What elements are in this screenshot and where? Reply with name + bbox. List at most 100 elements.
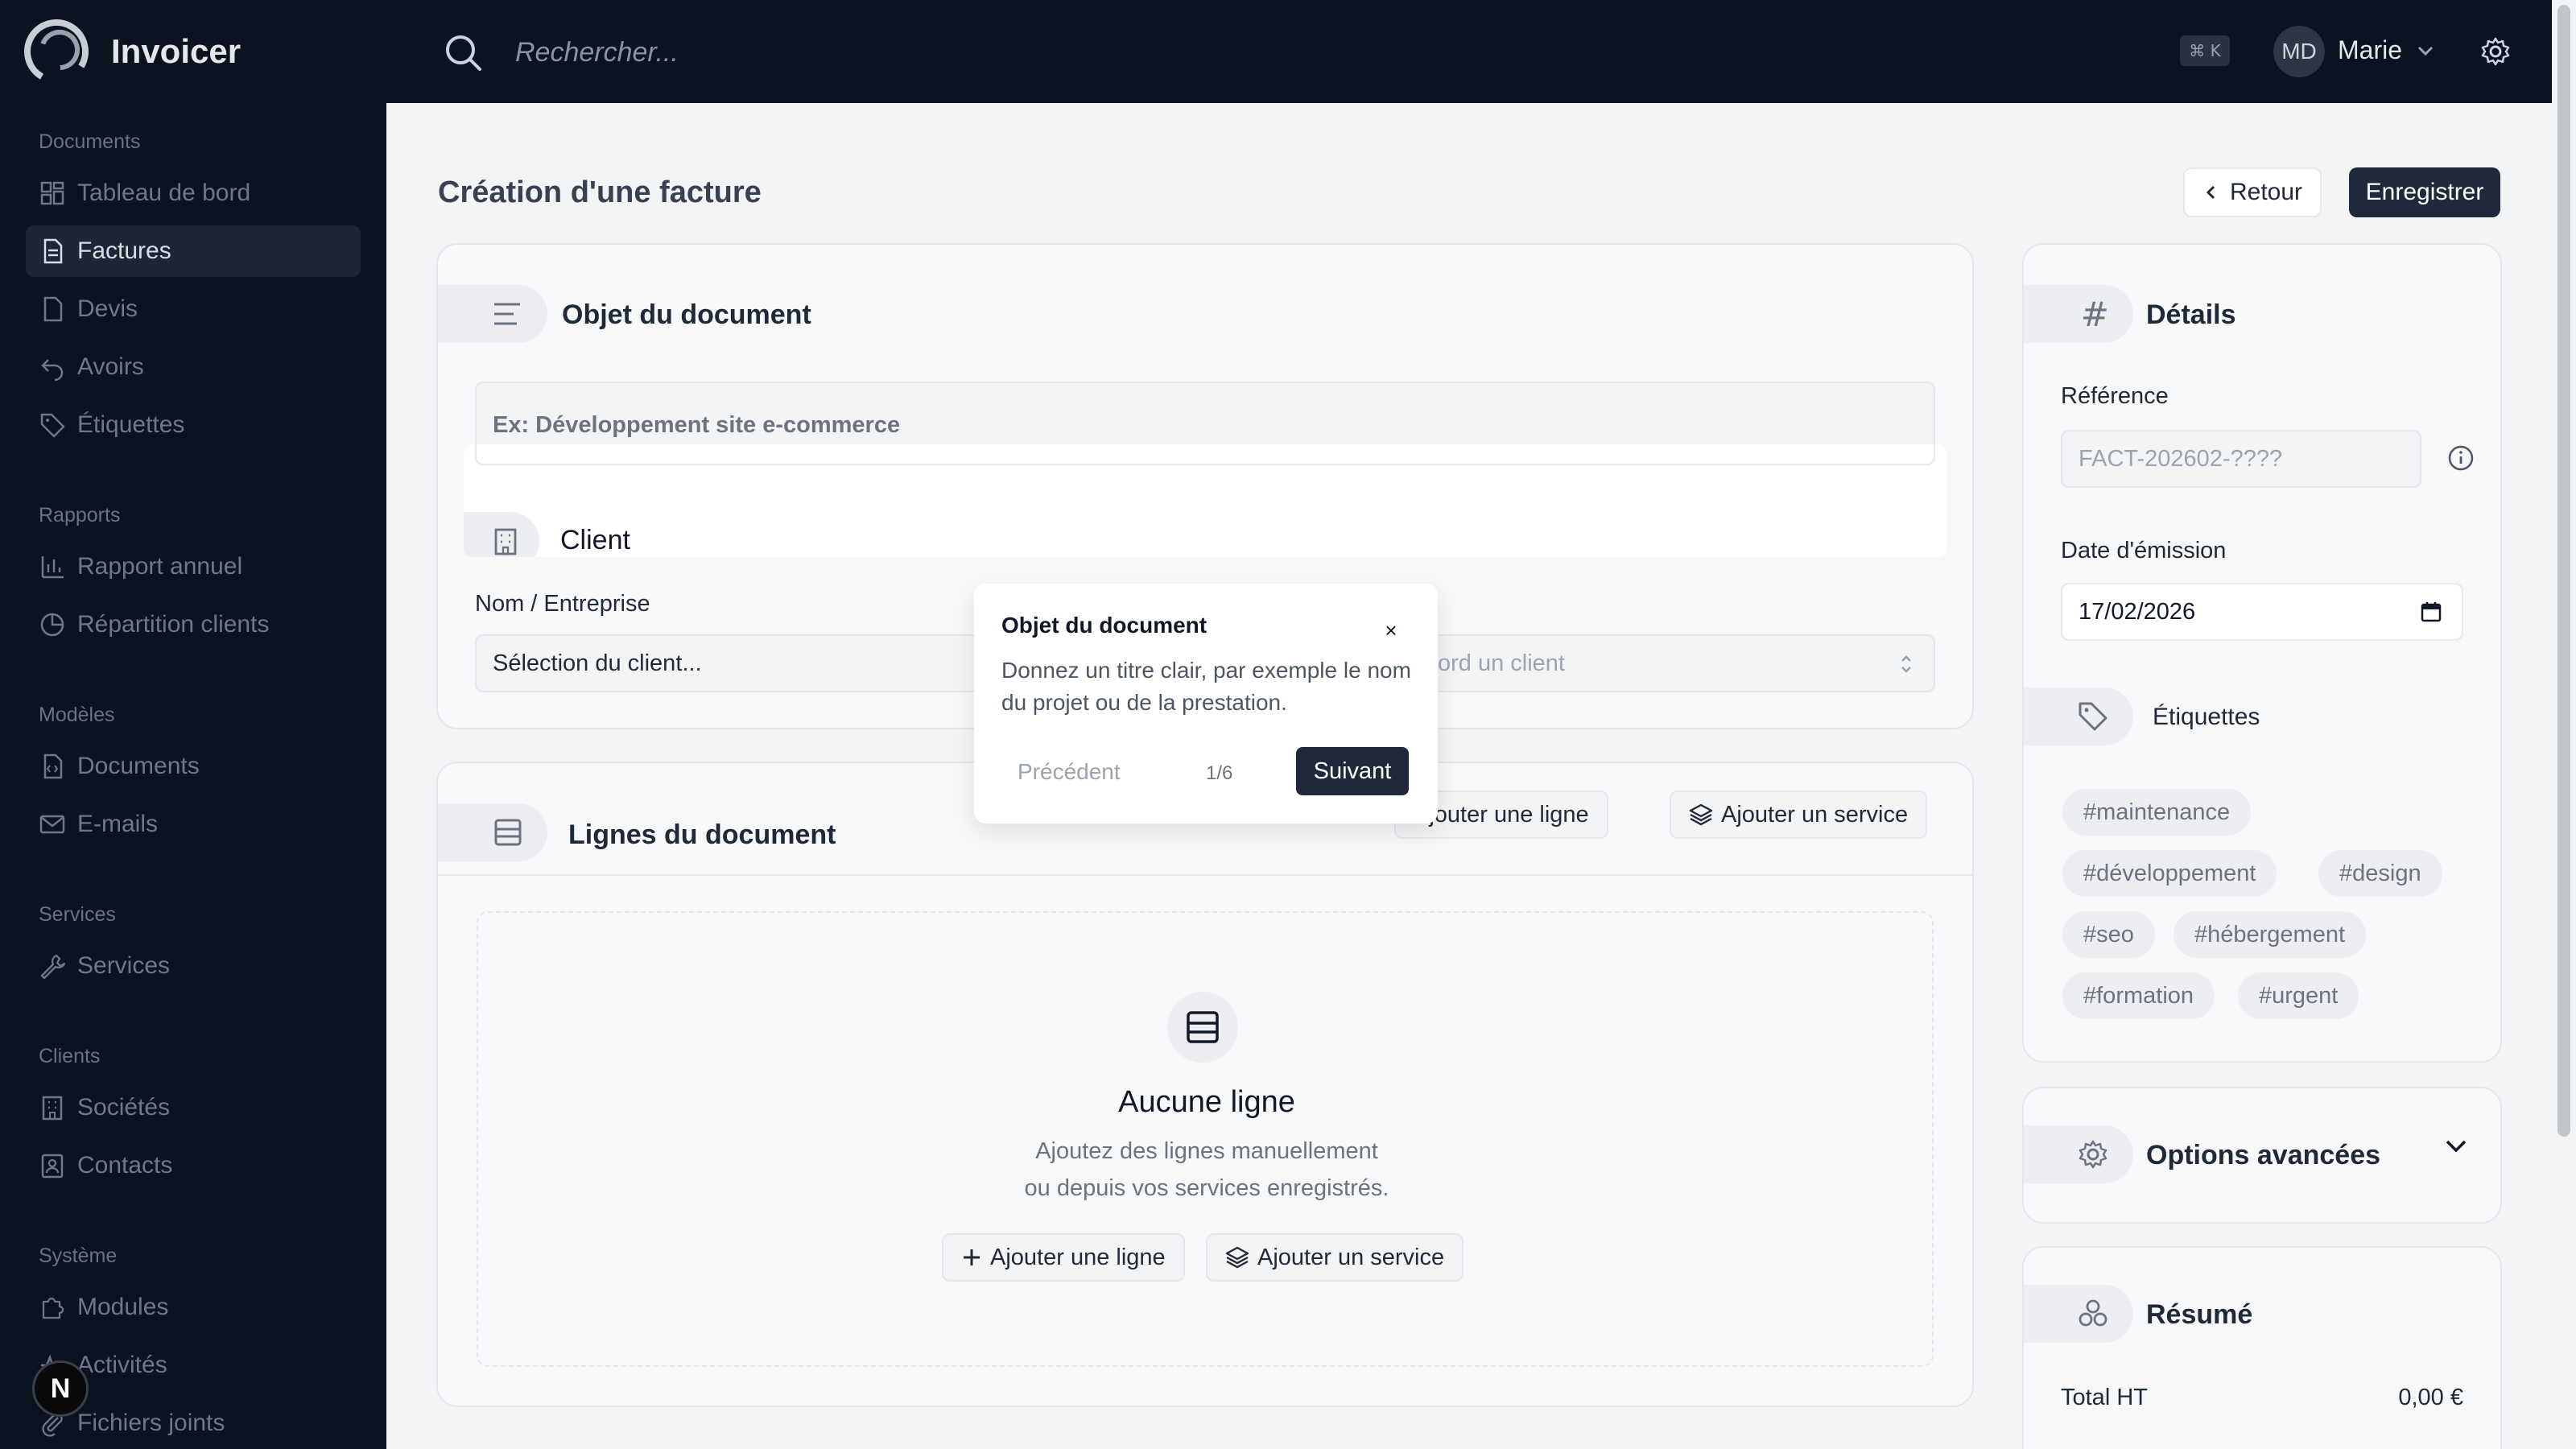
tags-title: Étiquettes bbox=[2153, 704, 2260, 730]
summary-title: Résumé bbox=[2146, 1299, 2253, 1330]
next-devtools-button[interactable]: N bbox=[32, 1360, 89, 1417]
sidebar-item-avoirs[interactable]: Avoirs bbox=[26, 341, 361, 393]
card-icon-wrap bbox=[464, 512, 539, 557]
page-title: Création d'une facture bbox=[438, 175, 762, 209]
info-icon[interactable] bbox=[2447, 444, 2475, 472]
reference-input[interactable]: FACT-202602-???? bbox=[2061, 430, 2421, 488]
sidebar-item-label: Factures bbox=[77, 237, 171, 264]
tour-step-counter: 1/6 bbox=[1206, 762, 1233, 784]
tag-chip[interactable]: #seo bbox=[2062, 911, 2155, 958]
client-search-select[interactable]: ord un client bbox=[1404, 634, 1935, 692]
lines-card: Lignes du document Ajouter une ligne Ajo… bbox=[436, 762, 1974, 1407]
file-code-icon bbox=[43, 753, 63, 779]
tour-next-button[interactable]: Suivant bbox=[1296, 747, 1409, 795]
tour-spotlight: Client bbox=[464, 444, 1946, 557]
sidebar-item-label: Fichiers joints bbox=[77, 1410, 225, 1436]
tag-chip[interactable]: #design bbox=[2318, 850, 2442, 897]
details-card-title: Détails bbox=[2146, 299, 2236, 330]
sidebar-item-label: Avoirs bbox=[77, 353, 144, 380]
sidebar-section-title: Rapports bbox=[39, 504, 121, 526]
sidebar-item-tableau-de-bord[interactable]: Tableau de bord bbox=[26, 167, 361, 219]
calendar-icon[interactable] bbox=[2420, 601, 2442, 623]
sidebar-section-title: Documents bbox=[39, 130, 141, 153]
gear-icon[interactable] bbox=[2479, 35, 2512, 68]
pie-chart-icon bbox=[40, 613, 64, 637]
tag-chip[interactable]: #maintenance bbox=[2062, 789, 2252, 836]
sidebar-item-e-mails[interactable]: E-mails bbox=[26, 799, 361, 850]
sidebar-item-label: Répartition clients bbox=[77, 611, 270, 638]
back-button[interactable]: Retour bbox=[2183, 167, 2322, 217]
tag-chip[interactable]: #développement bbox=[2062, 850, 2277, 897]
tag-icon bbox=[2079, 702, 2107, 731]
sidebar-item-rapport-annuel[interactable]: Rapport annuel bbox=[26, 541, 361, 592]
list-icon bbox=[1187, 1011, 1219, 1043]
advanced-options-card[interactable]: Options avancées bbox=[2022, 1087, 2502, 1224]
bar-chart-icon bbox=[41, 556, 64, 579]
mail-icon bbox=[39, 815, 65, 834]
file-icon bbox=[43, 296, 63, 322]
sidebar-item-modules[interactable]: Modules bbox=[26, 1282, 361, 1333]
sidebar-item-label: Activités bbox=[77, 1352, 167, 1378]
client-select[interactable]: Sélection du client... bbox=[475, 634, 1006, 692]
tag-chip[interactable]: #urgent bbox=[2238, 972, 2359, 1019]
divider bbox=[438, 874, 1972, 876]
details-card: # Détails Référence FACT-202602-???? Dat… bbox=[2022, 243, 2502, 1063]
sidebar-item-label: Services bbox=[77, 952, 171, 979]
add-line-button[interactable]: Ajouter une ligne bbox=[942, 1233, 1185, 1282]
plus-icon bbox=[964, 1249, 980, 1265]
add-line-label: Ajouter une ligne bbox=[1414, 801, 1589, 828]
scrollbar-thumb[interactable] bbox=[2557, 5, 2570, 1137]
tour-prev-button[interactable]: Précédent bbox=[1018, 759, 1121, 785]
user-name[interactable]: Marie bbox=[2338, 35, 2402, 65]
app-logo-icon[interactable] bbox=[24, 19, 89, 84]
save-button[interactable]: Enregistrer bbox=[2349, 167, 2500, 217]
client-search-placeholder: ord un client bbox=[1438, 650, 1565, 676]
add-service-button[interactable]: Ajouter un service bbox=[1206, 1233, 1464, 1282]
close-icon[interactable]: × bbox=[1377, 616, 1406, 645]
date-value: 17/02/2026 bbox=[2079, 598, 2196, 625]
empty-text-2: ou depuis vos services enregistrés. bbox=[1024, 1175, 1389, 1201]
advanced-options-title: Options avancées bbox=[2146, 1140, 2381, 1170]
chevron-left-icon bbox=[2206, 185, 2215, 200]
total-ht-label: Total HT bbox=[2061, 1385, 2148, 1410]
sidebar-item-documents[interactable]: Documents bbox=[26, 741, 361, 792]
sidebar-section-title: Clients bbox=[39, 1045, 101, 1067]
avatar[interactable]: MD bbox=[2273, 26, 2325, 77]
card-icon-wrap bbox=[438, 285, 547, 343]
align-left-icon bbox=[494, 303, 520, 325]
search-icon bbox=[446, 35, 481, 71]
tag-chip[interactable]: #hébergement bbox=[2174, 911, 2367, 958]
object-input-edge bbox=[475, 444, 1935, 465]
tag-chip[interactable]: #formation bbox=[2062, 972, 2215, 1019]
add-service-button-top[interactable]: Ajouter un service bbox=[1670, 791, 1928, 839]
client-card-title-highlight: Client bbox=[560, 525, 630, 555]
date-input[interactable]: 17/02/2026 bbox=[2061, 583, 2463, 641]
summary-card: Résumé Total HT 0,00 € bbox=[2022, 1246, 2502, 1449]
client-name-label: Nom / Entreprise bbox=[475, 591, 650, 617]
sidebar-item-societes[interactable]: Sociétés bbox=[26, 1082, 361, 1133]
sidebar-item-repartition-clients[interactable]: Répartition clients bbox=[26, 599, 361, 650]
sidebar-section-title: Modèles bbox=[39, 704, 115, 726]
sidebar-item-factures[interactable]: Factures bbox=[26, 225, 361, 277]
list-icon bbox=[494, 819, 522, 846]
reference-label: Référence bbox=[2061, 383, 2169, 409]
sidebar-item-label: E-mails bbox=[77, 811, 159, 837]
hash-icon: # bbox=[2080, 294, 2109, 334]
chevron-down-icon[interactable] bbox=[2415, 40, 2436, 61]
dashboard-icon bbox=[40, 181, 64, 205]
fab-label: N bbox=[50, 1373, 71, 1404]
back-button-label: Retour bbox=[2229, 179, 2303, 205]
tour-popover: Objet du document × Donnez un titre clai… bbox=[974, 584, 1438, 824]
date-label: Date d'émission bbox=[2061, 538, 2227, 564]
search-input[interactable] bbox=[515, 31, 1240, 74]
sidebar-item-services[interactable]: Services bbox=[26, 940, 361, 992]
undo-icon bbox=[41, 359, 64, 381]
building-icon bbox=[42, 1096, 63, 1121]
sidebar-item-label: Devis bbox=[77, 295, 138, 322]
sidebar-item-devis[interactable]: Devis bbox=[26, 283, 361, 335]
sidebar-item-contacts[interactable]: Contacts bbox=[26, 1140, 361, 1191]
sidebar-item-etiquettes[interactable]: Étiquettes bbox=[26, 399, 361, 451]
sidebar: Documents Tableau de bord Factures Devis… bbox=[0, 103, 386, 1449]
chevron-down-icon[interactable] bbox=[2442, 1132, 2470, 1159]
sidebar-section-title: Services bbox=[39, 903, 116, 926]
